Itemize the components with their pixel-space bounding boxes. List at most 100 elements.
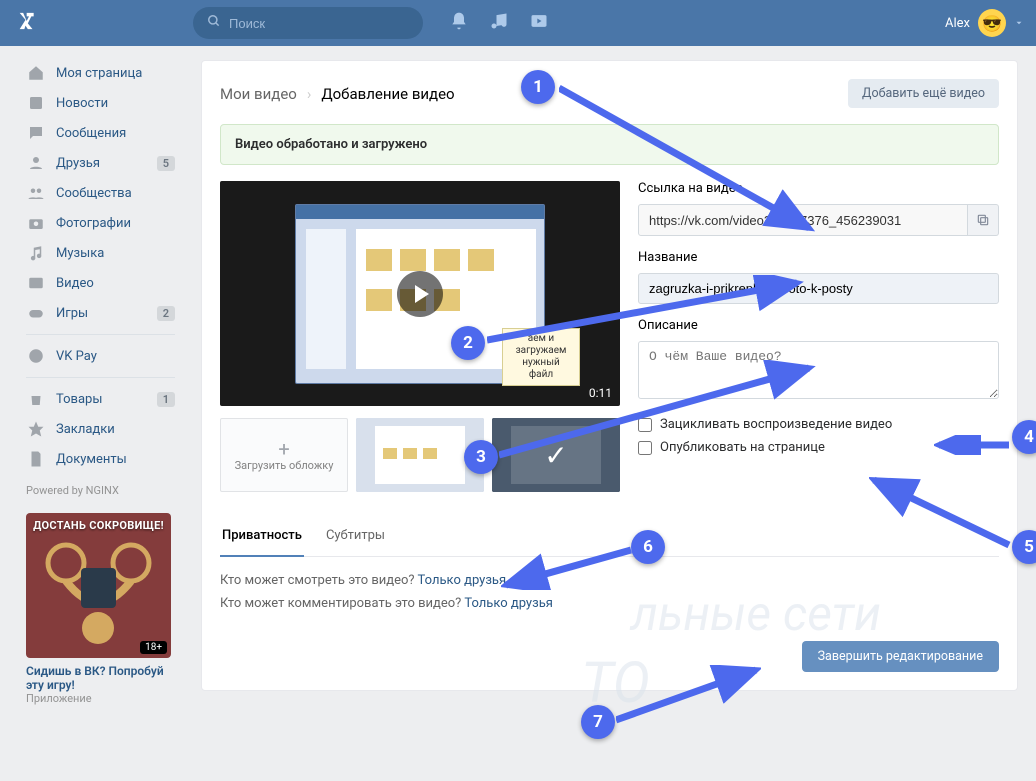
search-icon: [207, 14, 221, 32]
star-icon: [26, 420, 46, 438]
badge: 1: [157, 392, 175, 407]
privacy-view-link[interactable]: Только друзья: [418, 573, 507, 588]
sidebar-item-news[interactable]: Новости: [18, 88, 183, 118]
sidebar-item-music[interactable]: Музыка: [18, 238, 183, 268]
finish-button[interactable]: Завершить редактирование: [802, 641, 999, 672]
loop-checkbox[interactable]: [638, 418, 652, 432]
thumbnail-option-selected[interactable]: ✓: [492, 418, 620, 492]
friends-icon: [26, 154, 46, 172]
gamepad-icon: [26, 304, 46, 322]
publish-checkbox-row[interactable]: Опубликовать на странице: [638, 440, 999, 455]
powered-by: Powered by NGINX: [18, 474, 183, 507]
vk-logo-icon[interactable]: [15, 7, 43, 39]
title-input[interactable]: [638, 273, 999, 304]
search-input[interactable]: [229, 16, 409, 31]
checkmark-icon: ✓: [544, 439, 567, 472]
tab-subtitles[interactable]: Субтитры: [324, 516, 387, 556]
privacy-comment-row: Кто может комментировать это видео? Толь…: [220, 596, 999, 611]
main-card: Мои видео › Добавление видео Добавить ещ…: [201, 60, 1018, 691]
sidebar-item-market[interactable]: Товары 1: [18, 384, 183, 414]
breadcrumb-root[interactable]: Мои видео: [220, 85, 297, 103]
sidebar-item-label: Музыка: [56, 246, 104, 261]
publish-checkbox[interactable]: [638, 441, 652, 455]
music-icon: [26, 244, 46, 262]
user-name: Alex: [945, 16, 970, 31]
description-label: Описание: [638, 318, 999, 333]
sidebar-item-messages[interactable]: Сообщения: [18, 118, 183, 148]
annotation-7: 7: [581, 705, 615, 739]
sidebar-item-label: Моя страница: [56, 66, 142, 81]
notifications-icon[interactable]: [449, 11, 469, 35]
home-icon: [26, 64, 46, 82]
sidebar-item-label: Фотографии: [56, 216, 131, 231]
loop-label: Зацикливать воспроизведение видео: [660, 417, 892, 432]
ruble-icon: [26, 347, 46, 365]
user-menu[interactable]: Alex 😎: [945, 9, 1024, 37]
sidebar-item-label: VK Pay: [56, 349, 97, 364]
video-url-input[interactable]: [638, 204, 968, 236]
publish-label: Опубликовать на странице: [660, 440, 825, 455]
status-banner: Видео обработано и загружено: [220, 124, 999, 165]
loop-checkbox-row[interactable]: Зацикливать воспроизведение видео: [638, 417, 999, 432]
music-icon[interactable]: [489, 11, 509, 35]
chat-icon: [26, 124, 46, 142]
search-box[interactable]: [193, 7, 423, 39]
video-icon: [26, 274, 46, 292]
sidebar-item-bookmarks[interactable]: Закладки: [18, 414, 183, 444]
video-preview[interactable]: аем и загружаем нужный файл 0:11: [220, 181, 620, 406]
privacy-comment-link[interactable]: Только друзья: [464, 596, 553, 611]
sidebar-item-vkpay[interactable]: VK Pay: [18, 341, 183, 371]
video-icon[interactable]: [529, 11, 549, 35]
top-header: Alex 😎: [0, 0, 1036, 46]
sidebar-item-label: Сообщения: [56, 126, 126, 141]
promo-link[interactable]: Сидишь в ВК? Попробуй эту игру!: [26, 664, 175, 692]
promo-subtitle: Приложение: [26, 692, 175, 705]
url-label: Ссылка на видео: [638, 181, 999, 196]
sidebar-item-video[interactable]: Видео: [18, 268, 183, 298]
sidebar-item-label: Закладки: [56, 422, 115, 437]
thumbnail-option[interactable]: [356, 418, 484, 492]
privacy-view-row: Кто может смотреть это видео? Только дру…: [220, 573, 999, 588]
privacy-comment-question: Кто может комментировать это видео?: [220, 596, 461, 611]
preview-tooltip: аем и загружаем нужный файл: [502, 328, 580, 386]
title-label: Название: [638, 250, 999, 265]
promo-image: ДОСТАНЬ СОКРОВИЩЕ! 18+: [26, 513, 171, 658]
camera-icon: [26, 214, 46, 232]
sidebar-item-photos[interactable]: Фотографии: [18, 208, 183, 238]
description-input[interactable]: [638, 341, 999, 399]
sidebar-item-label: Сообщества: [56, 186, 132, 201]
sidebar-item-friends[interactable]: Друзья5: [18, 148, 183, 178]
video-duration: 0:11: [589, 386, 612, 400]
sidebar-item-label: Игры: [56, 306, 88, 321]
sidebar-item-docs[interactable]: Документы: [18, 444, 183, 474]
plus-icon: +: [278, 439, 289, 459]
sidebar-item-groups[interactable]: Сообщества: [18, 178, 183, 208]
groups-icon: [26, 184, 46, 202]
play-icon[interactable]: [397, 271, 443, 317]
upload-cover-label: Загрузить обложку: [235, 459, 334, 472]
privacy-view-question: Кто может смотреть это видео?: [220, 573, 415, 588]
copy-icon: [976, 213, 990, 227]
sidebar-item-label: Новости: [56, 96, 108, 111]
breadcrumb: Мои видео › Добавление видео: [220, 85, 455, 103]
news-icon: [26, 94, 46, 112]
sidebar-item-label: Товары: [56, 392, 102, 407]
copy-button[interactable]: [968, 204, 999, 236]
tabs: Приватность Субтитры: [220, 516, 999, 557]
tab-privacy[interactable]: Приватность: [220, 516, 304, 557]
upload-cover-button[interactable]: + Загрузить обложку: [220, 418, 348, 492]
promo-block[interactable]: ДОСТАНЬ СОКРОВИЩЕ! 18+ Сидишь в ВК? Попр…: [26, 513, 175, 705]
bag-icon: [26, 390, 46, 408]
add-more-button[interactable]: Добавить ещё видео: [848, 79, 999, 108]
sidebar-item-profile[interactable]: Моя страница: [18, 58, 183, 88]
doc-icon: [26, 450, 46, 468]
sidebar-item-games[interactable]: Игры2: [18, 298, 183, 328]
avatar: 😎: [978, 9, 1006, 37]
sidebar-item-label: Документы: [56, 452, 127, 467]
age-badge: 18+: [140, 641, 167, 654]
promo-image-title: ДОСТАНЬ СОКРОВИЩЕ!: [26, 519, 171, 532]
sidebar-item-label: Видео: [56, 276, 94, 291]
badge: 5: [157, 156, 175, 171]
breadcrumb-current: Добавление видео: [321, 85, 454, 103]
sidebar: Моя страница Новости Сообщения Друзья5 С…: [18, 46, 183, 723]
